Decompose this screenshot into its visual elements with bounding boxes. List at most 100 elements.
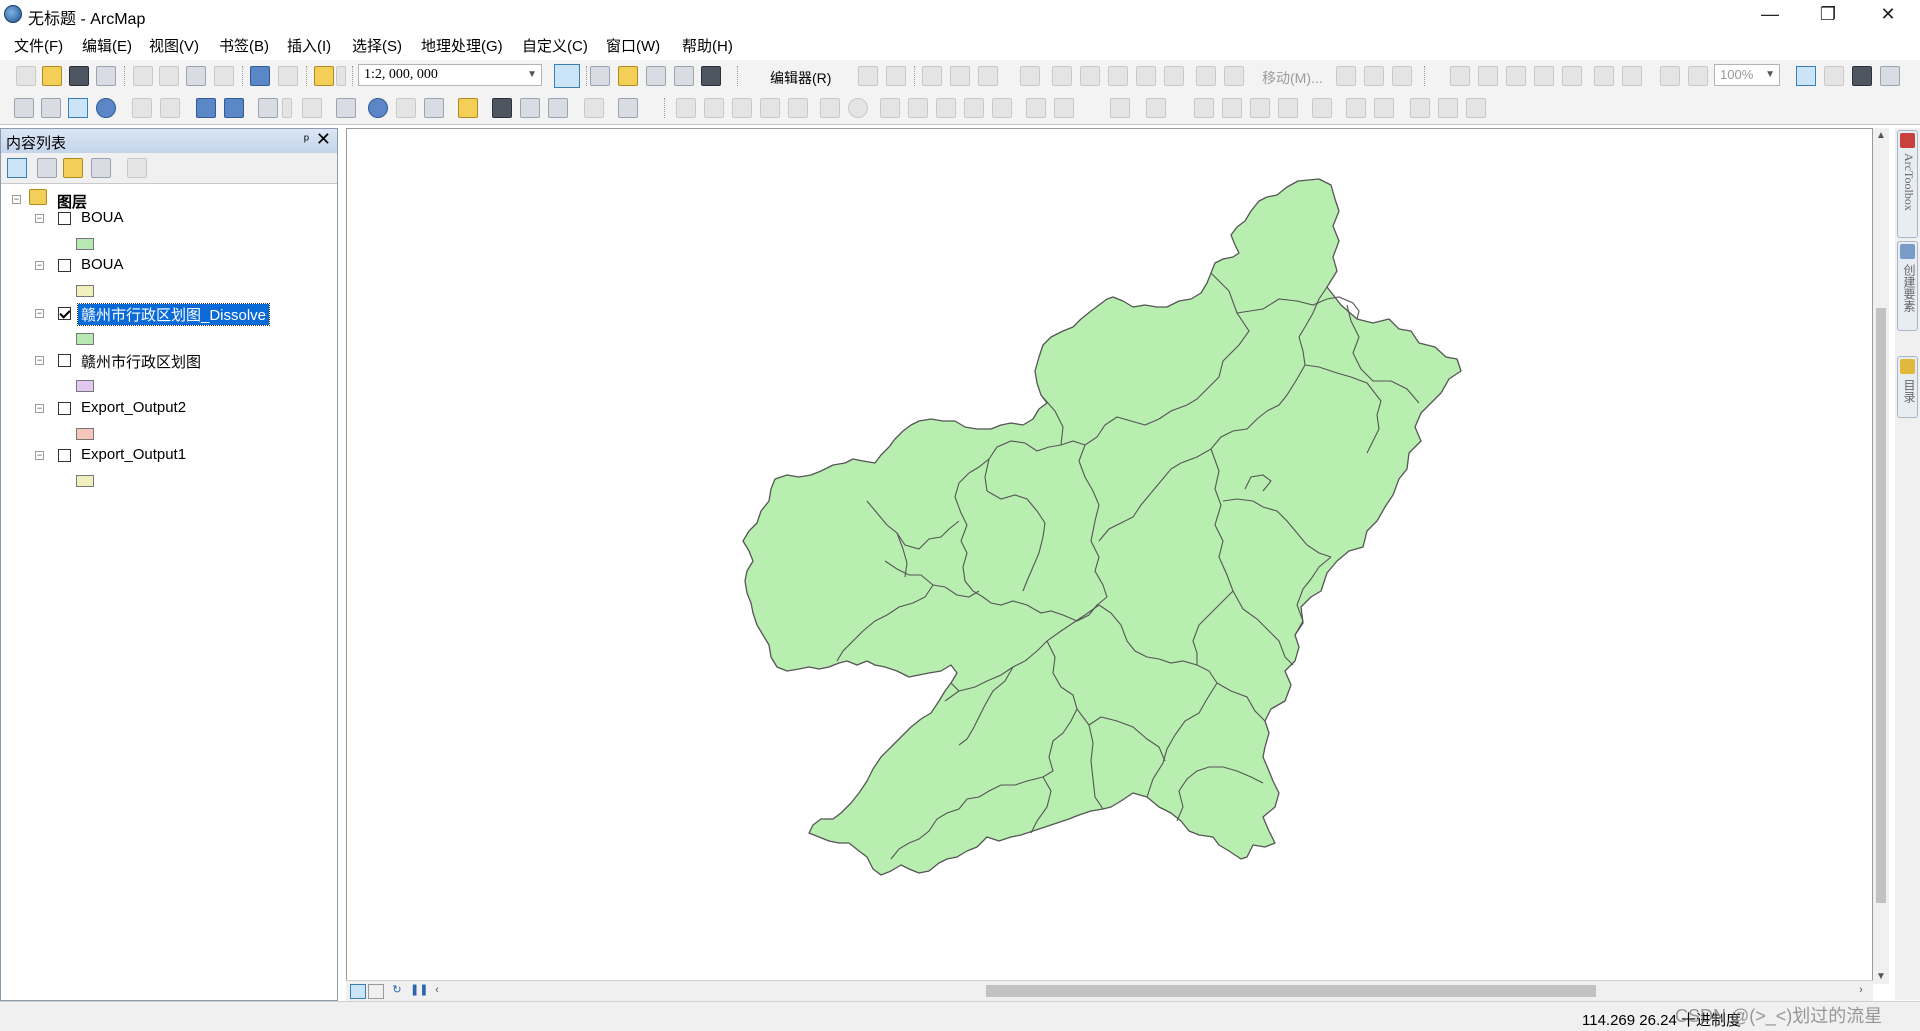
collapse-icon[interactable]: − — [35, 451, 44, 460]
straight-segment-icon[interactable] — [922, 66, 942, 86]
topology-select-icon[interactable] — [676, 98, 696, 118]
vertical-scroll-thumb[interactable] — [1876, 308, 1886, 903]
edit-vertices-icon[interactable] — [1052, 66, 1072, 86]
zoom-whole-page-icon[interactable] — [1450, 66, 1470, 86]
next-extent-icon[interactable] — [1688, 66, 1708, 86]
nudge-icon[interactable] — [1374, 98, 1394, 118]
layer-name[interactable]: 赣州市行政区划图 — [81, 351, 201, 372]
add-data-icon[interactable] — [314, 66, 334, 86]
create-features-dock-tab[interactable]: 创建要素 — [1897, 241, 1918, 331]
scroll-down-icon[interactable]: ▼ — [1876, 971, 1886, 982]
open-folder-icon[interactable] — [42, 66, 62, 86]
print-icon[interactable] — [96, 66, 116, 86]
topology-edit-icon[interactable] — [704, 98, 724, 118]
collapse-icon[interactable]: − — [35, 404, 44, 413]
catalog-dock-tab[interactable]: 目录 — [1897, 356, 1918, 418]
layer-visibility-checkbox[interactable] — [58, 259, 71, 272]
perpendicular-icon[interactable] — [760, 98, 780, 118]
search-window-icon[interactable] — [646, 66, 666, 86]
layout-view-button-icon[interactable] — [368, 984, 384, 999]
point-icon[interactable] — [1020, 66, 1040, 86]
add-data-dropdown-icon[interactable] — [336, 66, 346, 86]
layer-visibility-checkbox[interactable] — [58, 307, 71, 320]
spatial-adjust-icon[interactable] — [820, 98, 840, 118]
refresh-icon[interactable]: ↻ — [390, 984, 404, 997]
collapse-icon[interactable]: − — [35, 309, 44, 318]
toggle-draft-mode-icon[interactable] — [1796, 66, 1816, 86]
layout-align-icon[interactable] — [1312, 98, 1332, 118]
horizontal-scroll-thumb[interactable] — [986, 985, 1596, 997]
order-icon[interactable] — [1346, 98, 1366, 118]
menu-customize[interactable]: 自定义(C) — [522, 35, 588, 56]
copy-icon[interactable] — [159, 66, 179, 86]
toc-close-icon[interactable]: ✕ — [316, 129, 331, 150]
layout-zoom-out-icon[interactable] — [1562, 66, 1582, 86]
menu-windows[interactable]: 窗口(W) — [606, 35, 660, 56]
list-by-visibility-icon[interactable] — [63, 158, 83, 178]
find-icon[interactable] — [492, 98, 512, 118]
menu-view[interactable]: 视图(V) — [149, 35, 199, 56]
network-icon[interactable] — [1026, 98, 1046, 118]
scroll-right-icon[interactable]: › — [1854, 984, 1868, 997]
identify-icon[interactable] — [368, 98, 388, 118]
distribute-icon[interactable] — [1222, 98, 1242, 118]
select-dropdown-icon[interactable] — [282, 98, 292, 118]
layer-symbol-swatch[interactable] — [76, 285, 94, 297]
go-to-xy-icon[interactable] — [548, 98, 568, 118]
scale-edit-icon[interactable] — [1364, 66, 1384, 86]
menu-geoprocessing[interactable]: 地理处理(G) — [421, 35, 503, 56]
cut-icon[interactable] — [133, 66, 153, 86]
reshape-edge-icon[interactable] — [1392, 66, 1412, 86]
save-icon[interactable] — [69, 66, 89, 86]
focus-data-frame-icon[interactable] — [1824, 66, 1844, 86]
layer-symbol-swatch[interactable] — [76, 380, 94, 392]
go-back-icon[interactable] — [196, 98, 216, 118]
layer-name[interactable]: Export_Output2 — [81, 399, 186, 416]
scale-combobox[interactable]: 1:2, 000, 000 ▼ — [358, 64, 542, 86]
layer-name[interactable]: BOUA — [81, 209, 124, 226]
data-driven-pages-icon[interactable] — [1880, 66, 1900, 86]
arctoolbox-icon[interactable] — [674, 66, 694, 86]
previous-extent-icon[interactable] — [1660, 66, 1680, 86]
grid-icon[interactable] — [964, 98, 984, 118]
move-menu[interactable]: 移动(M)... — [1262, 68, 1323, 88]
paste-icon[interactable] — [186, 66, 206, 86]
scroll-left-icon[interactable]: ‹ — [430, 984, 444, 997]
go-forward-icon[interactable] — [224, 98, 244, 118]
collapse-icon[interactable]: − — [35, 214, 44, 223]
catalog-window-icon[interactable] — [618, 66, 638, 86]
hyperlink-icon[interactable] — [396, 98, 416, 118]
edit-tool-icon[interactable] — [858, 66, 878, 86]
map-canvas[interactable] — [347, 129, 1872, 981]
link-table-icon[interactable] — [908, 98, 928, 118]
attributes-icon[interactable] — [1196, 66, 1216, 86]
collapse-icon[interactable]: − — [35, 356, 44, 365]
layout-zoom-in-icon[interactable] — [1534, 66, 1554, 86]
layout-zoom-combobox[interactable]: 100% ▼ — [1714, 64, 1780, 86]
align-icon[interactable] — [1194, 98, 1214, 118]
edit-annotation-icon[interactable] — [886, 66, 906, 86]
layer-visibility-checkbox[interactable] — [58, 212, 71, 225]
pan-icon[interactable] — [68, 98, 88, 118]
options-icon[interactable] — [127, 158, 147, 178]
create-viewer-window-icon[interactable] — [618, 98, 638, 118]
data-view-icon[interactable] — [350, 984, 366, 999]
endpoint-arc-icon[interactable] — [950, 66, 970, 86]
flip-icon[interactable] — [1438, 98, 1458, 118]
collapse-icon[interactable]: − — [12, 195, 21, 204]
editor-toolbar-toggle-icon[interactable] — [554, 64, 580, 88]
delete-icon[interactable] — [214, 66, 234, 86]
minimize-button[interactable]: — — [1742, 0, 1798, 30]
time-slider-icon[interactable] — [584, 98, 604, 118]
menu-bookmarks[interactable]: 书签(B) — [219, 35, 269, 56]
pause-drawing-icon[interactable]: ❚❚ — [410, 984, 428, 997]
menu-file[interactable]: 文件(F) — [14, 35, 63, 56]
redo-icon[interactable] — [278, 66, 298, 86]
layer-name[interactable]: 赣州市行政区划图_Dissolve — [76, 303, 271, 326]
collapse-icon[interactable]: − — [35, 261, 44, 270]
table-icon[interactable] — [992, 98, 1012, 118]
rotate-layout-icon[interactable] — [1410, 98, 1430, 118]
split-icon[interactable] — [1136, 66, 1156, 86]
find-route-icon[interactable] — [520, 98, 540, 118]
ungroup-icon[interactable] — [1278, 98, 1298, 118]
